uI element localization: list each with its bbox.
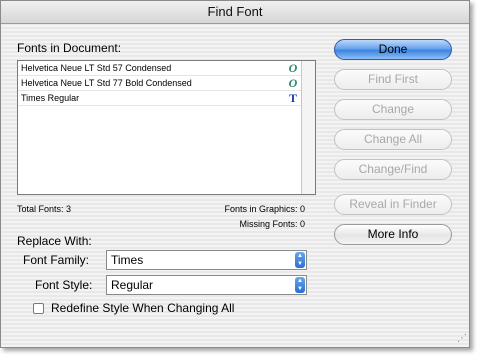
opentype-icon: O xyxy=(288,61,298,75)
font-name: Helvetica Neue LT Std 77 Bold Condensed xyxy=(21,78,192,88)
font-name: Helvetica Neue LT Std 57 Condensed xyxy=(21,63,172,73)
find-first-button[interactable]: Find First xyxy=(334,69,452,90)
opentype-icon: O xyxy=(288,76,298,90)
change-all-button[interactable]: Change All xyxy=(334,129,452,150)
font-list-item[interactable]: Helvetica Neue LT Std 77 Bold Condensed … xyxy=(18,76,302,91)
change-button[interactable]: Change xyxy=(334,99,452,120)
done-button[interactable]: Done xyxy=(334,39,452,60)
reveal-in-finder-button[interactable]: Reveal in Finder xyxy=(334,194,452,215)
popup-arrows-icon: ▲ ▼ xyxy=(295,277,305,293)
popup-arrows-icon: ▲ ▼ xyxy=(295,252,305,268)
dialog-title: Find Font xyxy=(1,1,469,24)
font-style-value: Regular xyxy=(111,278,154,292)
resize-grip-icon[interactable]: ⋰ xyxy=(455,333,467,345)
font-list-item[interactable]: Times Regular T xyxy=(18,91,302,106)
font-style-label: Font Style: xyxy=(35,278,93,292)
font-style-select[interactable]: Regular ▲ ▼ xyxy=(106,275,307,295)
total-fonts-count: Total Fonts: 3 xyxy=(17,204,72,214)
find-font-dialog: Find Font Fonts in Document: Helvetica N… xyxy=(0,0,470,348)
fonts-in-document-heading: Fonts in Document: xyxy=(17,41,122,55)
redefine-style-label[interactable]: Redefine Style When Changing All xyxy=(51,301,234,315)
font-list-item[interactable]: Helvetica Neue LT Std 57 Condensed O xyxy=(18,61,302,76)
fonts-list-scrollbar[interactable] xyxy=(301,61,315,194)
font-family-select[interactable]: Times ▲ ▼ xyxy=(106,250,307,270)
replace-with-heading: Replace With: xyxy=(17,234,92,248)
font-family-value: Times xyxy=(111,253,144,267)
more-info-button[interactable]: More Info xyxy=(334,224,452,245)
font-name: Times Regular xyxy=(21,93,80,103)
truetype-icon: T xyxy=(288,91,297,105)
redefine-style-checkbox[interactable] xyxy=(33,303,44,314)
fonts-in-graphics-count: Fonts in Graphics: 0 xyxy=(224,204,305,214)
font-family-label: Font Family: xyxy=(23,253,90,267)
missing-fonts-count: Missing Fonts: 0 xyxy=(239,219,305,229)
change-find-button[interactable]: Change/Find xyxy=(334,159,452,180)
fonts-list[interactable]: Helvetica Neue LT Std 57 Condensed O Hel… xyxy=(17,60,316,195)
